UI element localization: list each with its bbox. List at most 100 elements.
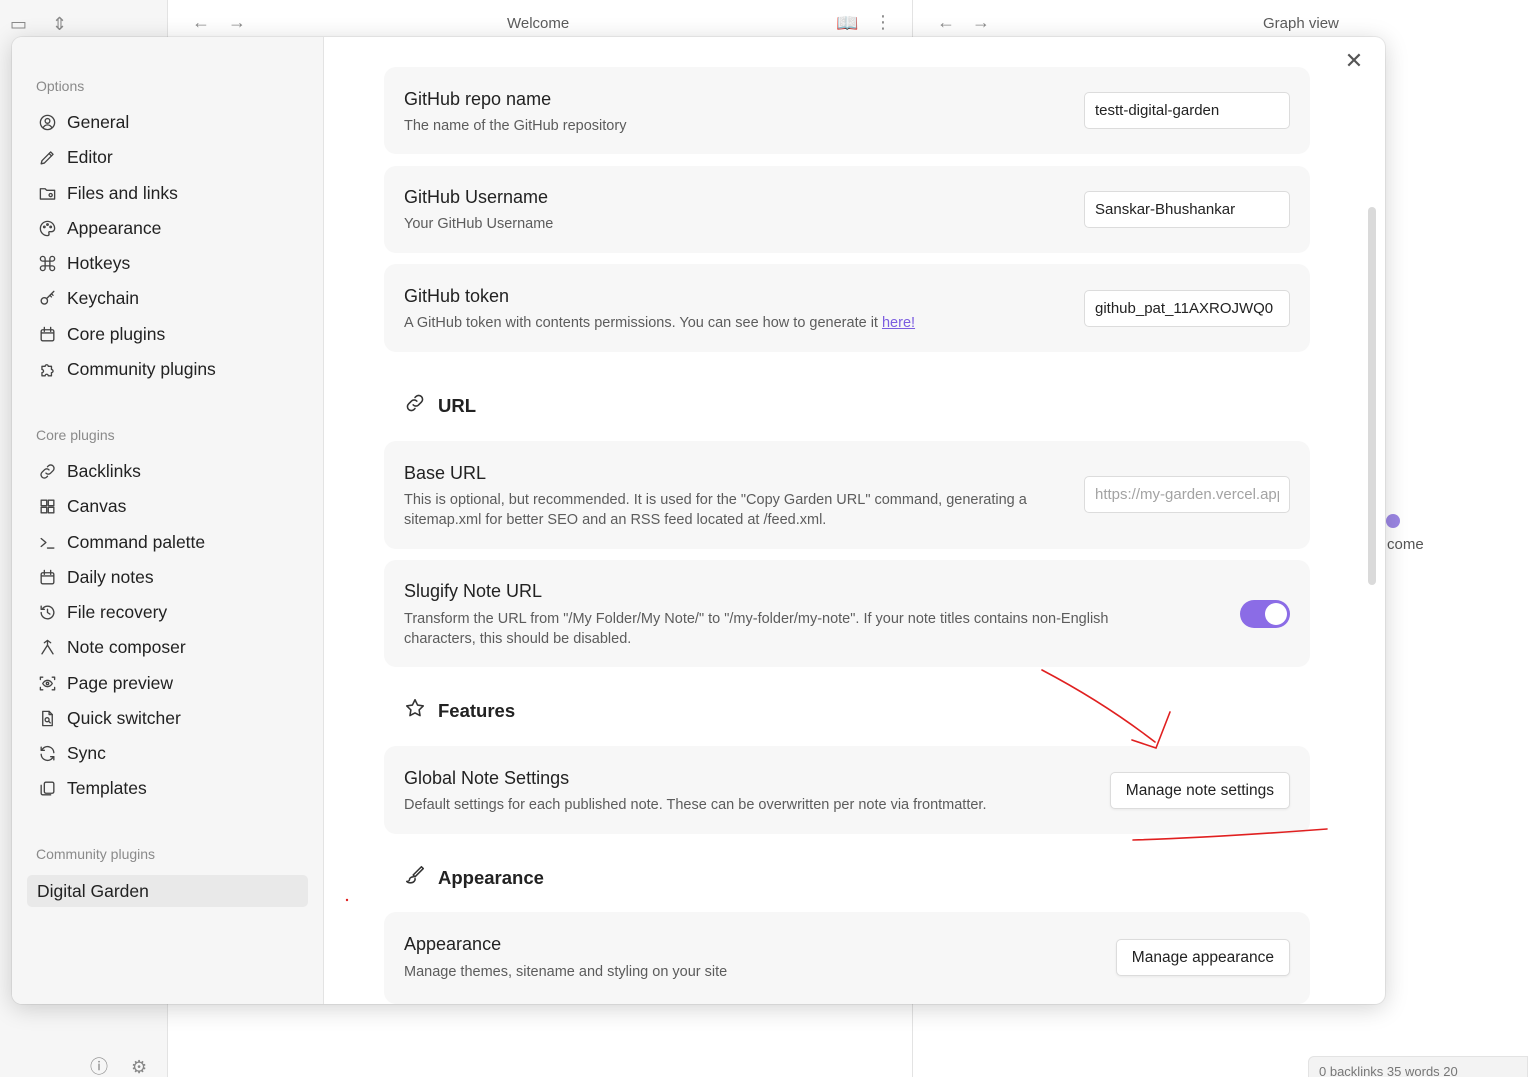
sidebar-item-label: Canvas <box>67 495 127 516</box>
setting-github-repo-name: GitHub repo name The name of the GitHub … <box>384 67 1310 154</box>
sidebar-item-label: File recovery <box>67 601 168 622</box>
graph-back-arrow-icon[interactable]: ← <box>937 13 955 31</box>
slugify-toggle[interactable] <box>1240 600 1290 628</box>
settings-gear-icon[interactable]: ⚙ <box>131 1057 147 1077</box>
sidebar-item-label: Files and links <box>67 182 178 203</box>
setting-title: GitHub token <box>404 286 510 306</box>
calendar-icon <box>37 324 57 344</box>
status-bar: 0 backlinks 35 words 20 <box>1308 1056 1528 1077</box>
setting-title: Slugify Note URL <box>404 581 543 601</box>
token-help-link[interactable]: here! <box>882 315 915 331</box>
setting-global-note-settings: Global Note Settings Default settings fo… <box>384 746 1310 834</box>
sidebar-item-appearance[interactable]: Appearance <box>27 212 308 244</box>
github-token-input[interactable] <box>1084 290 1290 327</box>
setting-title: Base URL <box>404 463 487 483</box>
link-icon <box>404 392 426 419</box>
sidebar-item-label: Quick switcher <box>67 707 181 728</box>
sidebar-item-canvas[interactable]: Canvas <box>27 490 308 522</box>
close-icon[interactable]: ✕ <box>1342 49 1366 73</box>
sidebar-item-page-preview[interactable]: Page preview <box>27 667 308 699</box>
section-title: Appearance <box>438 866 544 888</box>
sidebar-item-label: Daily notes <box>67 566 154 587</box>
sidebar-item-label: Community plugins <box>67 358 216 379</box>
sidebar-item-label: Page preview <box>67 672 174 693</box>
setting-description: This is optional, but recommended. It is… <box>404 492 1027 528</box>
settings-sidebar: Options General Editor Files and links A… <box>12 37 324 1004</box>
setting-description: Manage themes, sitename and styling on y… <box>404 964 728 980</box>
sidebar-item-note-composer[interactable]: Note composer <box>27 631 308 663</box>
chevron-updown-icon[interactable]: ⇕ <box>52 15 67 33</box>
sidebar-item-daily-notes[interactable]: Daily notes <box>27 561 308 593</box>
file-search-icon <box>37 708 57 728</box>
sidebar-item-templates[interactable]: Templates <box>27 772 308 804</box>
sidebar-item-backlinks[interactable]: Backlinks <box>27 455 308 487</box>
forward-arrow-icon[interactable]: → <box>228 13 246 31</box>
sidebar-item-digital-garden[interactable]: Digital Garden <box>27 875 308 907</box>
sidebar-item-file-recovery[interactable]: File recovery <box>27 596 308 628</box>
manage-appearance-button[interactable]: Manage appearance <box>1115 939 1290 976</box>
graph-forward-arrow-icon[interactable]: → <box>972 13 990 31</box>
graph-node[interactable] <box>1386 514 1400 528</box>
sidebar-item-editor[interactable]: Editor <box>27 141 308 173</box>
sidebar-item-label: General <box>67 111 130 132</box>
base-url-input[interactable] <box>1084 476 1290 513</box>
settings-modal: Options General Editor Files and links A… <box>12 37 1385 1004</box>
book-icon[interactable]: 📖 <box>836 14 858 32</box>
terminal-icon <box>37 532 57 552</box>
setting-title: Appearance <box>404 934 502 954</box>
section-features: Features <box>404 697 515 724</box>
sidebar-item-core-plugins[interactable]: Core plugins <box>27 318 308 350</box>
sidebar-item-label: Editor <box>67 146 113 167</box>
copy-icon <box>37 778 57 798</box>
setting-github-username: GitHub Username Your GitHub Username <box>384 166 1310 253</box>
setting-description: Default settings for each published note… <box>404 797 987 813</box>
sidebar-item-keychain[interactable]: Keychain <box>27 282 308 314</box>
sidebar-item-quick-switcher[interactable]: Quick switcher <box>27 702 308 734</box>
setting-github-token: GitHub token A GitHub token with content… <box>384 264 1310 352</box>
key-icon <box>37 288 57 308</box>
help-icon[interactable]: ⓘ <box>90 1057 108 1077</box>
grid-icon <box>37 496 57 516</box>
sidebar-toggle-icon[interactable]: ▭ <box>10 15 27 33</box>
scrollbar-thumb[interactable] <box>1368 207 1376 585</box>
sidebar-item-label: Command palette <box>67 531 206 552</box>
section-appearance: Appearance <box>404 864 544 891</box>
sidebar-item-general[interactable]: General <box>27 106 308 138</box>
sidebar-item-label: Core plugins <box>67 323 166 344</box>
sidebar-item-community-plugins[interactable]: Community plugins <box>27 353 308 385</box>
calendar-icon <box>37 567 57 587</box>
setting-description: Your GitHub Username <box>404 216 554 232</box>
setting-title: GitHub Username <box>404 187 549 207</box>
puzzle-icon <box>37 359 57 379</box>
sidebar-item-label: Digital Garden <box>37 880 149 901</box>
sidebar-item-files-and-links[interactable]: Files and links <box>27 177 308 209</box>
setting-description: The name of the GitHub repository <box>404 118 627 134</box>
sidebar-item-label: Sync <box>67 742 106 763</box>
merge-icon <box>37 637 57 657</box>
sync-icon <box>37 743 57 763</box>
bottom-left-icons: ⓘ ⚙ <box>90 1053 147 1077</box>
setting-description: A GitHub token with contents permissions… <box>404 313 915 333</box>
github-username-input[interactable] <box>1084 191 1290 228</box>
sidebar-item-label: Keychain <box>67 287 139 308</box>
palette-icon <box>37 218 57 238</box>
paintbrush-icon <box>404 864 426 891</box>
github-repo-name-input[interactable] <box>1084 92 1290 129</box>
back-arrow-icon[interactable]: ← <box>192 13 210 31</box>
setting-title: Global Note Settings <box>404 768 570 788</box>
more-options-icon[interactable]: ⋮ <box>874 13 892 31</box>
command-icon <box>37 253 57 273</box>
manage-note-settings-button[interactable]: Manage note settings <box>1109 772 1290 809</box>
sidebar-item-sync[interactable]: Sync <box>27 737 308 769</box>
tab-title-welcome: Welcome <box>507 15 570 32</box>
folder-icon <box>37 183 57 203</box>
sidebar-item-label: Backlinks <box>67 460 141 481</box>
sidebar-item-command-palette[interactable]: Command palette <box>27 526 308 558</box>
sidebar-item-hotkeys[interactable]: Hotkeys <box>27 247 308 279</box>
setting-title: GitHub repo name <box>404 89 552 109</box>
sidebar-item-label: Note composer <box>67 636 186 657</box>
section-title: Features <box>438 699 516 721</box>
section-title: URL <box>438 394 477 416</box>
section-url: URL <box>404 392 476 419</box>
setting-description: Transform the URL from "/My Folder/My No… <box>404 611 1109 647</box>
